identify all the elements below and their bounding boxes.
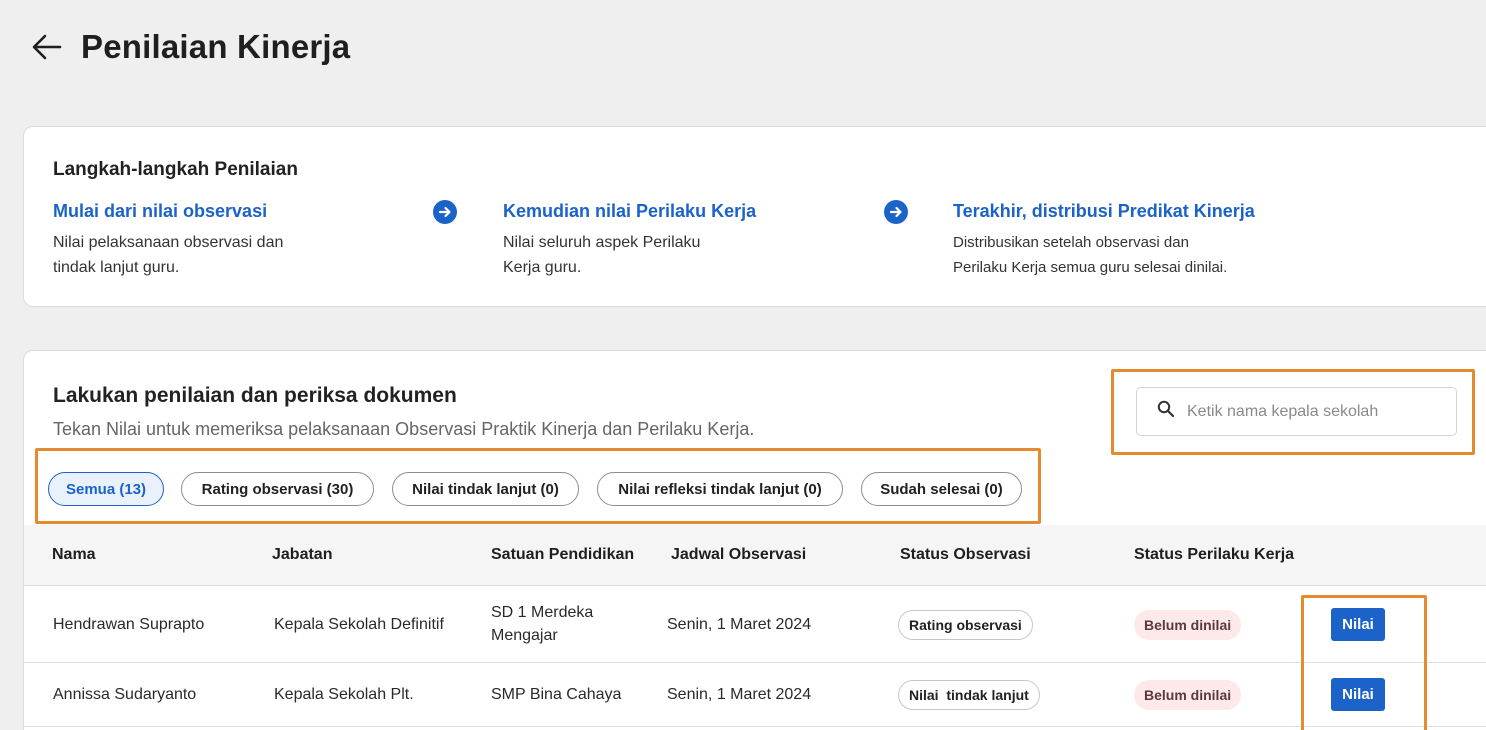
column-header-satuan-pendidikan[interactable]: Satuan Pendidikan xyxy=(491,546,634,564)
filter-chip-sudah-selesai[interactable]: Sudah selesai (0) xyxy=(861,472,1022,506)
status-badge: Rating observasi xyxy=(898,610,1033,640)
cell-nama: Annissa Sudaryanto xyxy=(53,686,197,703)
list-title: Lakukan penilaian dan periksa dokumen xyxy=(53,384,457,407)
filter-chip-semua[interactable]: Semua (13) xyxy=(48,472,164,506)
list-subtitle: Tekan Nilai untuk memeriksa pelaksanaan … xyxy=(53,419,755,439)
step-distribusi-desc: Distribusikan setelah observasi dan Peri… xyxy=(953,234,1228,276)
table-row: Annissa Sudaryanto Kepala Sekolah Plt. S… xyxy=(24,663,1486,727)
step-perilaku-desc: Nilai seluruh aspek Perilaku Kerja guru. xyxy=(503,234,701,276)
table-row: Hendrawan Suprapto Kepala Sekolah Defini… xyxy=(24,586,1486,663)
filter-chip-rating-observasi[interactable]: Rating observasi (30) xyxy=(181,472,374,506)
status-badge: Belum dinilai xyxy=(1134,610,1242,640)
cell-jabatan: Kepala Sekolah Plt. xyxy=(274,686,414,703)
filter-chip-nilai-refleksi[interactable]: Nilai refleksi tindak lanjut (0) xyxy=(597,472,843,506)
step-distribusi-link[interactable]: Terakhir, distribusi Predikat Kinerja xyxy=(953,201,1293,222)
column-header-nama[interactable]: Nama xyxy=(52,546,96,564)
page-header: Penilaian Kinerja xyxy=(30,28,350,66)
column-header-status-perilaku-kerja[interactable]: Status Perilaku Kerja xyxy=(1134,546,1294,564)
step-perilaku-link[interactable]: Kemudian nilai Perilaku Kerja xyxy=(503,201,763,222)
steps-card: Langkah-langkah Penilaian Mulai dari nil… xyxy=(23,126,1486,307)
step-observasi-link[interactable]: Mulai dari nilai observasi xyxy=(53,201,353,222)
arrow-left-icon[interactable] xyxy=(30,30,64,64)
search-icon xyxy=(1157,400,1175,423)
search-field[interactable] xyxy=(1136,387,1457,436)
step-observasi-desc: Nilai pelaksanaan observasi dan tindak l… xyxy=(53,234,284,276)
nilai-button[interactable]: Nilai xyxy=(1331,678,1385,711)
column-header-jabatan[interactable]: Jabatan xyxy=(272,546,332,564)
cell-jadwal-observasi: Senin, 1 Maret 2024 xyxy=(667,686,812,703)
arrow-right-circle-icon xyxy=(884,200,908,224)
status-badge: Belum dinilai xyxy=(1134,680,1242,710)
search-input[interactable] xyxy=(1187,402,1437,421)
nilai-button[interactable]: Nilai xyxy=(1331,608,1385,641)
filter-chip-nilai-tindak-lanjut[interactable]: Nilai tindak lanjut (0) xyxy=(392,472,579,506)
page-title: Penilaian Kinerja xyxy=(81,28,351,65)
cell-nama: Hendrawan Suprapto xyxy=(53,616,205,633)
status-badge: Nilai tindak lanjut xyxy=(898,680,1040,710)
steps-title: Langkah-langkah Penilaian xyxy=(53,159,298,180)
cell-satuan-pendidikan: SMP Bina Cahaya xyxy=(491,686,622,703)
cell-satuan-pendidikan: SD 1 Merdeka Mengajar xyxy=(491,604,594,644)
step-observasi: Mulai dari nilai observasi Nilai pelaksa… xyxy=(53,201,353,280)
arrow-right-circle-icon xyxy=(433,200,457,224)
column-header-jadwal-observasi[interactable]: Jadwal Observasi xyxy=(671,546,806,564)
assessment-list-card: Lakukan penilaian dan periksa dokumen Te… xyxy=(23,350,1486,730)
step-perilaku: Kemudian nilai Perilaku Kerja Nilai selu… xyxy=(503,201,763,280)
step-distribusi: Terakhir, distribusi Predikat Kinerja Di… xyxy=(953,201,1293,280)
table-header: Nama Jabatan Satuan Pendidikan Jadwal Ob… xyxy=(24,525,1486,586)
cell-jadwal-observasi: Senin, 1 Maret 2024 xyxy=(667,616,812,633)
cell-jabatan: Kepala Sekolah Definitif xyxy=(274,616,444,633)
column-header-status-observasi[interactable]: Status Observasi xyxy=(900,546,1031,564)
